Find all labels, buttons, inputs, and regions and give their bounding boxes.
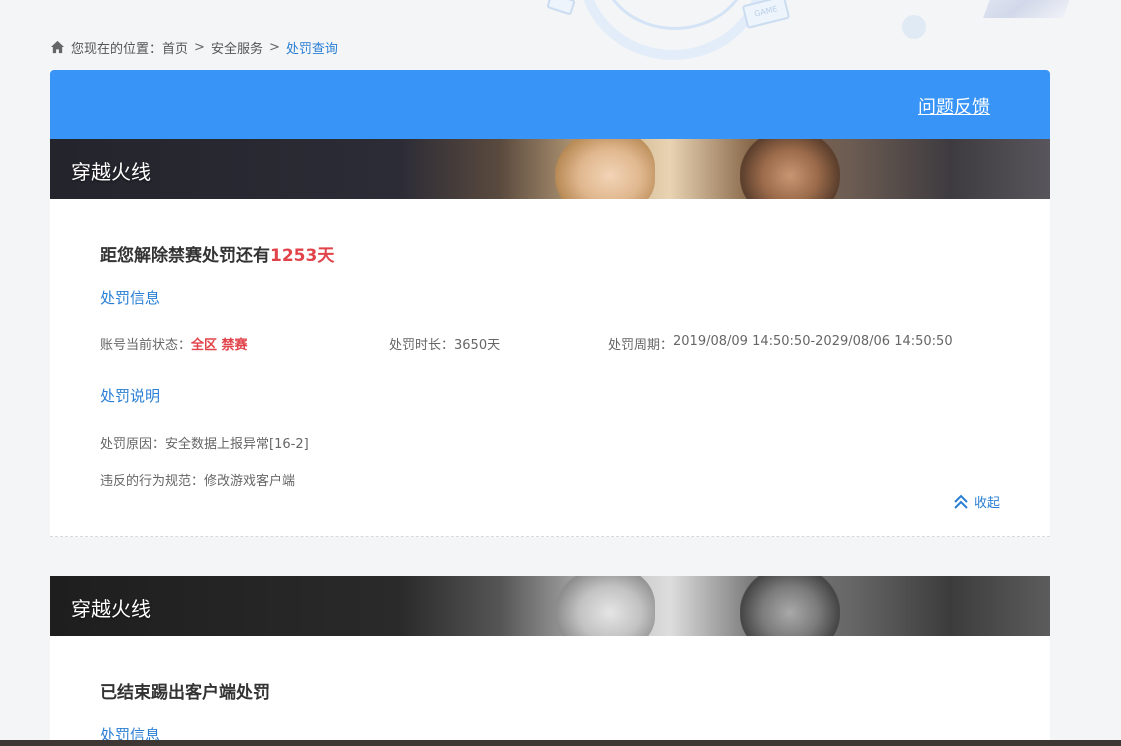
- main-container: 问题反馈 穿越火线 距您解除禁赛处罚还有1253天 处罚信息 账号当前状态： 全…: [50, 70, 1050, 746]
- penalty-duration: 处罚时长： 3650天: [389, 334, 608, 353]
- decorative-game-icon: GAME: [741, 0, 791, 29]
- breadcrumb-separator: >: [194, 39, 205, 55]
- rule-label: 违反的行为规范：: [100, 474, 205, 489]
- character-male-image: [740, 576, 840, 636]
- breadcrumb-current: 处罚查询: [285, 41, 338, 57]
- game-banner-ended: 穿越火线: [50, 576, 1050, 636]
- breadcrumb-security-service[interactable]: 安全服务: [211, 38, 263, 57]
- game-title: 穿越火线: [71, 160, 151, 184]
- rule-value: 修改游戏客户端: [204, 474, 296, 489]
- headline-prefix: 距您解除禁赛处罚还有: [100, 246, 270, 266]
- breadcrumb-home[interactable]: 首页: [162, 38, 188, 57]
- feedback-link[interactable]: 问题反馈: [918, 93, 990, 119]
- status-value: 全区 禁赛: [191, 338, 248, 353]
- penalty-info-title: 处罚信息: [100, 289, 161, 307]
- penalty-period: 处罚周期： 2019/08/09 14:50:50-2029/08/06 14:…: [608, 334, 953, 353]
- penalty-panel: 距您解除禁赛处罚还有1253天 处罚信息 账号当前状态： 全区 禁赛 处罚时长：…: [50, 199, 1050, 536]
- decorative-cube: [983, 0, 1077, 18]
- account-status: 账号当前状态： 全区 禁赛: [100, 334, 389, 353]
- home-icon: [50, 40, 65, 54]
- period-label: 处罚周期：: [608, 338, 674, 353]
- reason-value: 安全数据上报异常[16-2]: [165, 437, 309, 452]
- status-label: 账号当前状态：: [100, 338, 192, 353]
- panel-gap: [50, 537, 1050, 576]
- ended-penalty-panel: 已结束踢出客户端处罚 处罚信息: [50, 636, 1050, 745]
- duration-label: 处罚时长：: [389, 338, 455, 353]
- decorative-card-icon: [546, 0, 576, 16]
- ended-penalty-headline: 已结束踢出客户端处罚: [100, 683, 270, 703]
- header-bar: 问题反馈: [50, 70, 1050, 139]
- character-male-image: [740, 139, 840, 199]
- game-banner: 穿越火线: [50, 139, 1050, 199]
- page: GAME 您现在的位置： 首页 > 安全服务 > 处罚查询 问题反馈 穿越火线 …: [0, 0, 1121, 746]
- decorative-dot: [902, 15, 926, 39]
- double-chevron-up-icon: [954, 494, 968, 509]
- character-female-image: [555, 576, 655, 636]
- game-badge-text: GAME: [753, 4, 779, 19]
- penalty-info-row: 账号当前状态： 全区 禁赛 处罚时长： 3650天 处罚周期： 2019/08/…: [100, 334, 1000, 353]
- breadcrumb-prefix: 您现在的位置：: [71, 41, 163, 57]
- penalty-description-title: 处罚说明: [100, 387, 161, 405]
- reason-label: 处罚原因：: [100, 437, 166, 452]
- collapse-button[interactable]: 收起: [953, 492, 1000, 511]
- duration-value: 3650天: [454, 338, 501, 353]
- penalty-reason: 处罚原因：安全数据上报异常[16-2]: [100, 433, 1000, 452]
- penalty-headline: 距您解除禁赛处罚还有1253天: [100, 241, 1000, 266]
- breadcrumb: 您现在的位置： 首页 > 安全服务 > 处罚查询: [50, 37, 338, 57]
- remaining-days: 1253天: [270, 246, 335, 266]
- period-value: 2019/08/09 14:50:50-2029/08/06 14:50:50: [673, 334, 953, 349]
- character-female-image: [555, 139, 655, 199]
- collapse-label: 收起: [973, 496, 1000, 511]
- game-title: 穿越火线: [71, 597, 151, 621]
- breadcrumb-separator: >: [268, 39, 280, 55]
- violated-rule: 违反的行为规范：修改游戏客户端: [100, 470, 1000, 489]
- bottom-strip: [0, 740, 1121, 746]
